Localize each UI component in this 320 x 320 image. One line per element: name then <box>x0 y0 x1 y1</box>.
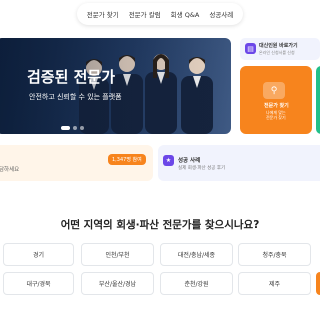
success-cases-title: 성공 사례 <box>178 158 201 164</box>
consult-banner-text: 담하세요 <box>0 167 20 173</box>
document-icon: ▤ <box>245 43 256 54</box>
carousel-dot[interactable] <box>73 126 77 130</box>
region-chip[interactable]: 제주 <box>238 272 311 295</box>
carousel-dots <box>61 126 84 130</box>
top-navigation: 전문가 찾기 전문가 칼럼 회생 Q&A 성공사례 <box>0 0 320 28</box>
nav-pill: 전문가 찾기 전문가 칼럼 회생 Q&A 성공사례 <box>76 3 244 25</box>
carousel-dot[interactable] <box>80 126 84 130</box>
nav-item-find-expert[interactable]: 전문가 찾기 <box>87 9 119 19</box>
participant-count-badge: 1,347명 참여 <box>108 154 146 165</box>
consult-banner[interactable]: 담하세요 1,347명 참여 <box>0 145 153 181</box>
region-chip-edge[interactable] <box>316 272 320 295</box>
region-chip[interactable]: 인천/부천 <box>81 243 154 266</box>
apply-shortcut-sub: 온라인 신청서를 신청 <box>259 50 295 55</box>
search-user-icon: ⚲ <box>263 82 285 99</box>
region-chip[interactable]: 대전/충남/세종 <box>160 243 233 266</box>
success-cases-banner[interactable]: ★ 성공 사례 실제 회생·파산 성공 후기 <box>158 145 320 181</box>
region-chip[interactable]: 청주/충북 <box>238 243 311 266</box>
region-heading: 어떤 지역의 회생·파산 전문가를 찾으시나요? <box>60 219 260 231</box>
find-expert-card-sub: 나에게 맞는 전문가 찾기 <box>266 110 286 120</box>
nav-item-expert-column[interactable]: 전문가 칼럼 <box>129 9 161 19</box>
find-expert-card[interactable]: ⚲ 전문가 찾기 나에게 맞는 전문가 찾기 <box>240 66 312 134</box>
region-chip[interactable]: 부산/울산/경남 <box>81 272 154 295</box>
apply-shortcut-label: 대신인원 바로가기 <box>259 43 298 49</box>
hero-title: 검증된 전문가 <box>27 68 116 86</box>
region-chip[interactable]: 경기 <box>3 243 74 266</box>
success-cases-sub: 실제 회생·파산 성공 후기 <box>178 166 226 171</box>
hero-banner[interactable]: 검증된 전문가 안전하고 신뢰할 수 있는 플랫폼 <box>0 38 231 134</box>
carousel-dot[interactable] <box>61 126 70 130</box>
hero-subtitle: 안전하고 신뢰할 수 있는 플랫폼 <box>29 93 122 101</box>
nav-item-success-cases[interactable]: 성공사례 <box>209 9 233 19</box>
trophy-icon: ★ <box>163 155 174 166</box>
apply-shortcut-card[interactable]: ▤ 대신인원 바로가기 온라인 신청서를 신청 <box>240 38 320 60</box>
find-expert-card-label: 전문가 찾기 <box>264 103 289 109</box>
region-chip[interactable]: 대구/경북 <box>3 272 74 295</box>
next-card-edge[interactable] <box>316 66 320 134</box>
region-chip[interactable]: 춘천/강원 <box>160 272 233 295</box>
nav-item-qna[interactable]: 회생 Q&A <box>171 9 200 19</box>
